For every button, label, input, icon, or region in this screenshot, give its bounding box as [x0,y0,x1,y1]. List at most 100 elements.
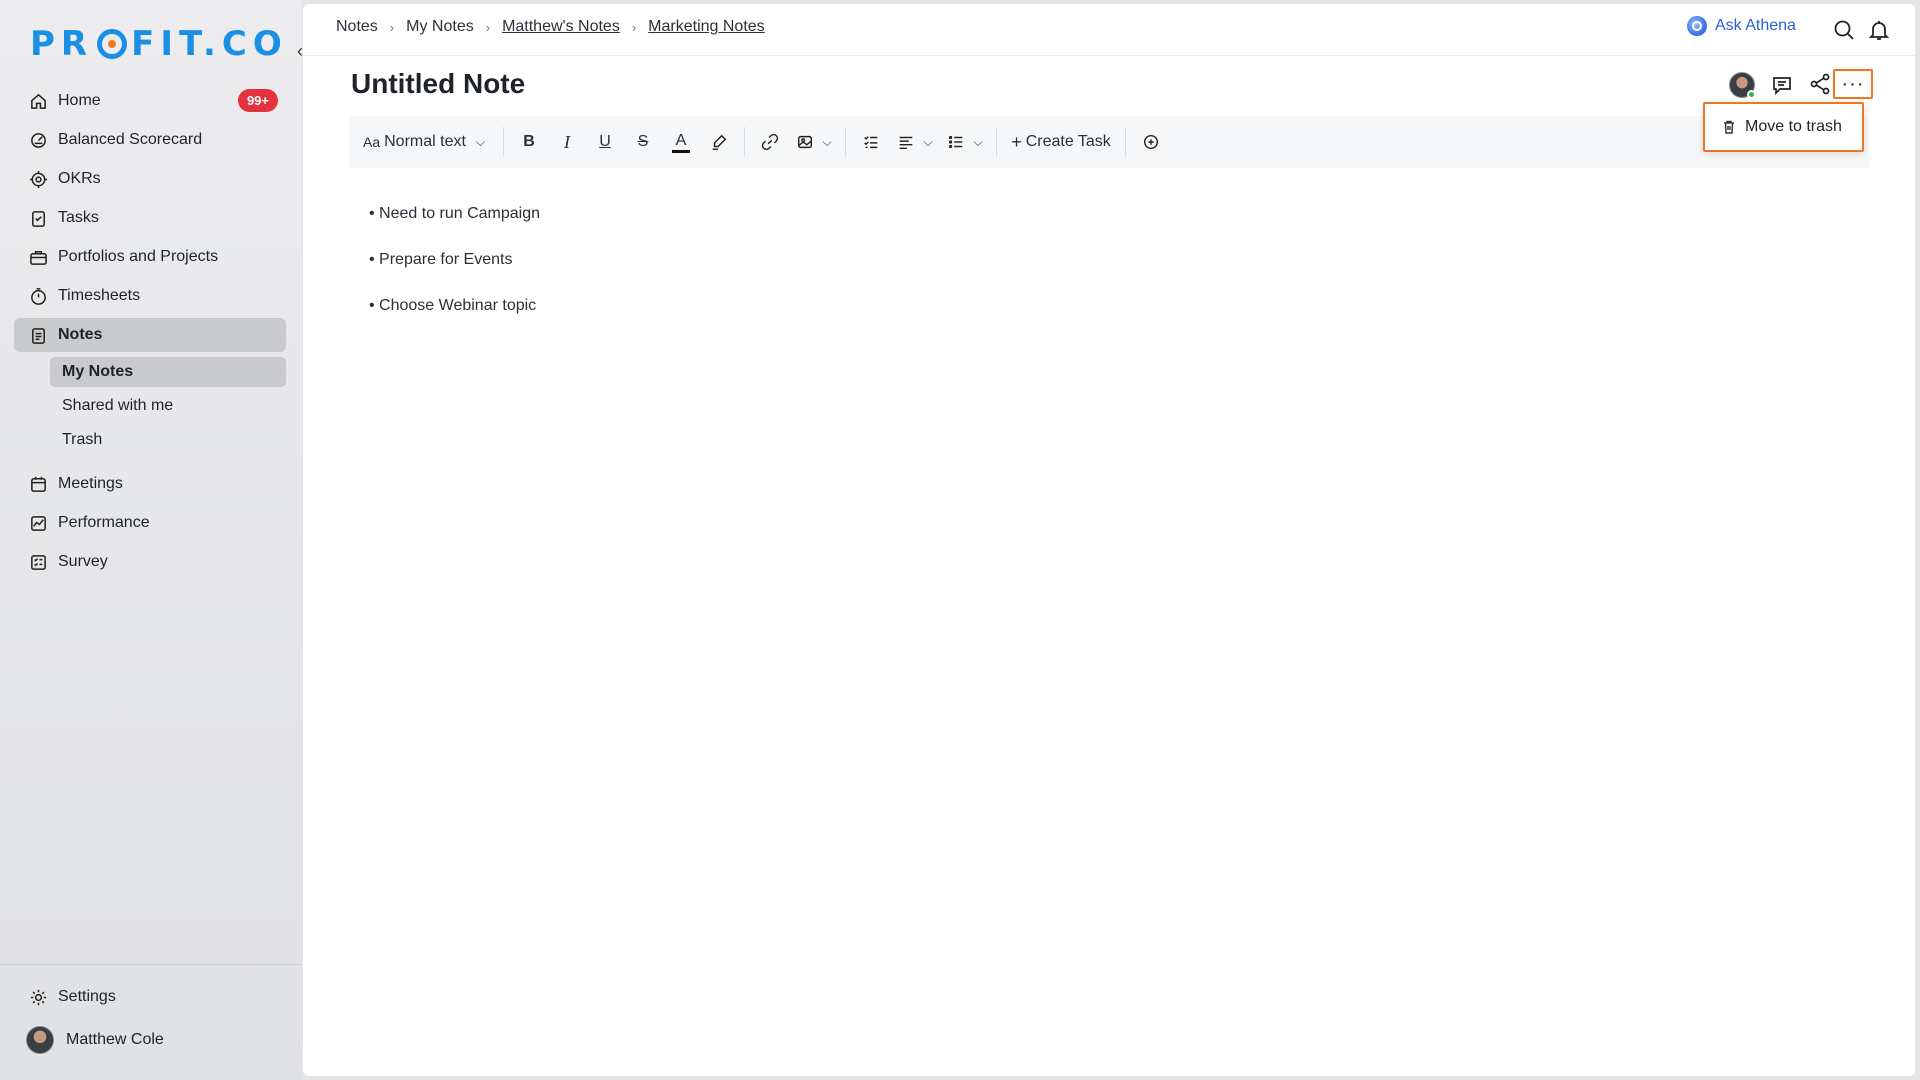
chevron-down-icon: ⌵ [973,134,983,149]
note-line[interactable]: • Choose Webinar topic [369,292,540,338]
image-icon [798,135,813,149]
user-name: Matthew Cole [66,1031,164,1048]
text-style-dropdown[interactable]: Aa Normal text ⌵ [349,126,497,158]
logo-target-icon [97,29,128,59]
breadcrumb: Notes › My Notes › Matthew's Notes › Mar… [336,18,765,36]
sidebar-subitem-trash[interactable]: Trash [50,425,286,455]
toolbar-divider [996,127,997,157]
sidebar-item-okrs[interactable]: OKRs [14,162,286,196]
link-button[interactable] [751,126,789,158]
sidebar-item-label: Performance [58,514,150,531]
sidebar-item-notes[interactable]: Notes [14,318,286,352]
create-task-button[interactable]: + Create Task [1003,126,1119,158]
strikethrough-button[interactable]: S [624,126,662,158]
sidebar-nav: Home 99+ Balanced Scorecard OKRs Tasks P… [14,84,286,584]
checklist-button[interactable] [852,126,890,158]
highlighter-icon [712,134,727,150]
underline-button[interactable]: U [586,126,624,158]
editor-toolbar: Aa Normal text ⌵ B I U S A ⌵ ⌵ ⌵ + Creat… [349,116,1869,168]
toolbar-divider [845,127,846,157]
bullet-list-dropdown[interactable]: ⌵ [940,126,990,158]
checklist-icon [28,552,48,572]
task-list-icon [864,136,878,149]
italic-icon: I [564,131,570,152]
note-editor-content[interactable]: • Need to run Campaign • Prepare for Eve… [369,200,540,338]
sidebar-item-performance[interactable]: Performance [14,506,286,540]
home-icon [28,91,48,111]
logo-text-end: FIT.CO [131,24,288,64]
ask-athena-label: Ask Athena [1715,17,1796,34]
settings-section: Settings [14,980,286,1019]
sidebar-item-settings[interactable]: Settings [14,980,286,1014]
text-style-label: Normal text [384,133,466,150]
insert-image-dropdown[interactable]: ⌵ [789,126,839,158]
search-icon[interactable] [1832,18,1856,42]
sidebar: PR FIT.CO ‹ Home 99+ Balanced Scorecard … [0,0,303,1080]
text-color-icon: A [671,132,691,153]
move-to-trash-menu-item[interactable]: Move to trash [1703,102,1864,152]
text-style-icon: Aa [363,134,381,150]
sidebar-item-portfolios-and-projects[interactable]: Portfolios and Projects [14,240,286,274]
top-bar: Notes › My Notes › Matthew's Notes › Mar… [303,4,1915,56]
breadcrumb-separator-icon: › [485,19,491,35]
target-icon [28,169,48,189]
gear-icon [28,987,48,1007]
note-line[interactable]: • Prepare for Events [369,246,540,292]
main-panel: Notes › My Notes › Matthew's Notes › Mar… [303,4,1915,1076]
clipboard-check-icon [28,208,48,228]
notes-icon [28,325,48,345]
sidebar-item-label: Home [58,92,101,109]
sidebar-item-label: Settings [58,988,116,1005]
sidebar-item-survey[interactable]: Survey [14,545,286,579]
sidebar-divider [0,964,302,965]
strikethrough-icon: S [637,133,649,150]
profit-co-logo[interactable]: PR FIT.CO [30,24,288,64]
highlight-button[interactable] [700,126,738,158]
avatar [26,1026,54,1054]
toolbar-divider [744,127,745,157]
sidebar-item-label: Notes [58,326,103,343]
align-left-icon [900,136,913,150]
sidebar-item-timesheets[interactable]: Timesheets [14,279,286,313]
toolbar-divider [1125,127,1126,157]
share-icon[interactable] [1808,72,1832,96]
more-options-button[interactable]: ··· [1833,69,1873,99]
user-profile[interactable]: Matthew Cole [26,1026,164,1054]
briefcase-icon [28,247,48,267]
align-dropdown[interactable]: ⌵ [890,126,940,158]
move-to-trash-label: Move to trash [1745,118,1842,135]
sidebar-subitem-shared-with-me[interactable]: Shared with me [50,391,286,421]
sidebar-item-label: Timesheets [58,287,141,304]
notification-count-badge: 99+ [237,89,278,112]
breadcrumb-marketing-notes[interactable]: Marketing Notes [648,18,765,36]
bold-icon: B [523,133,535,150]
note-line[interactable]: • Need to run Campaign [369,200,540,246]
link-icon [761,133,779,151]
chart-line-icon [28,513,48,533]
ellipsis-icon: ··· [1841,72,1865,95]
toolbar-divider [503,127,504,157]
ask-athena-button[interactable]: Ask Athena [1687,16,1796,36]
comment-icon[interactable] [1770,73,1794,97]
insert-more-button[interactable] [1132,126,1170,158]
sidebar-item-label: Balanced Scorecard [58,131,203,148]
collaborator-avatar[interactable] [1729,72,1756,99]
sidebar-item-tasks[interactable]: Tasks [14,201,286,235]
athena-orb-icon [1687,16,1707,36]
breadcrumb-notes[interactable]: Notes [336,18,378,36]
breadcrumb-matthews-notes[interactable]: Matthew's Notes [502,18,620,36]
note-header-actions: ··· [303,69,1915,100]
sidebar-item-label: Meetings [58,475,123,492]
plus-circle-icon [1143,134,1159,150]
sidebar-item-balanced-scorecard[interactable]: Balanced Scorecard [14,123,286,157]
bell-icon[interactable] [1867,18,1891,42]
text-color-button[interactable]: A [662,126,700,158]
italic-button[interactable]: I [548,126,586,158]
create-task-label: Create Task [1025,133,1111,150]
sidebar-item-meetings[interactable]: Meetings [14,467,286,501]
breadcrumb-my-notes[interactable]: My Notes [406,18,474,36]
sidebar-item-home[interactable]: Home 99+ [14,84,286,118]
sidebar-subitem-my-notes[interactable]: My Notes [50,357,286,387]
bold-button[interactable]: B [510,126,548,158]
calendar-icon [28,474,48,494]
